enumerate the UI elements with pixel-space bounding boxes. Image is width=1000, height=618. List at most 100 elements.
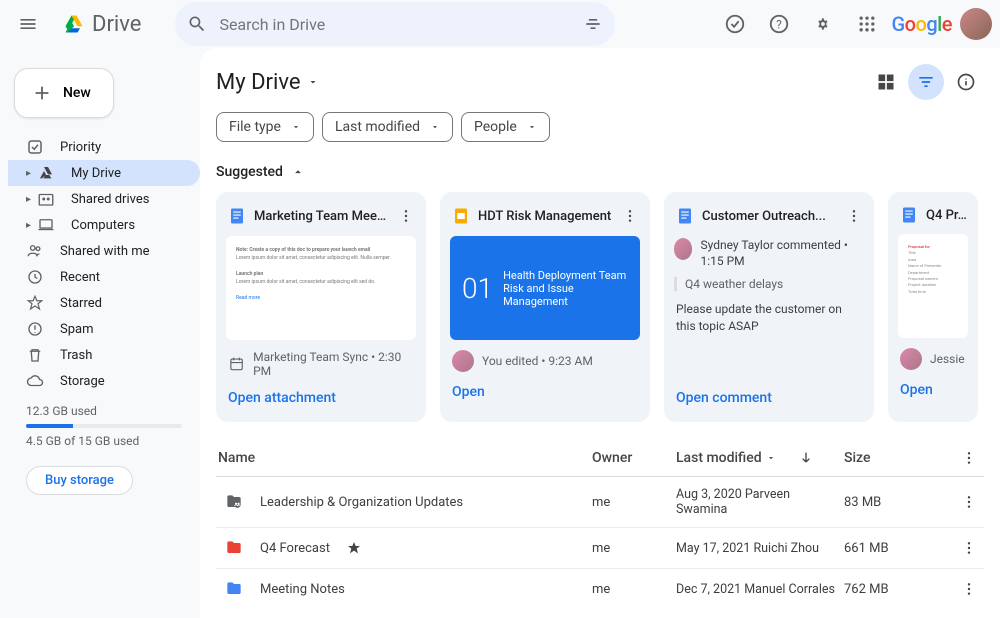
offline-status-button[interactable] xyxy=(715,4,755,44)
more-vert-icon xyxy=(398,208,414,224)
folder-title-text: My Drive xyxy=(216,70,301,95)
nav-computers[interactable]: ▸Computers xyxy=(8,212,200,238)
comment-author-text: Sydney Taylor commented • 1:15 PM xyxy=(700,238,864,269)
row-menu-button[interactable] xyxy=(954,494,984,510)
suggested-card[interactable]: Customer Outreach... Sydney Taylor comme… xyxy=(664,192,874,422)
table-body: Leadership & Organization Updates me Aug… xyxy=(216,477,984,602)
info-button[interactable] xyxy=(948,64,984,100)
filter-button[interactable] xyxy=(908,64,944,100)
nav-label: Recent xyxy=(60,270,100,285)
comment-body: Please update the customer on this topic… xyxy=(674,295,864,335)
docs-icon xyxy=(228,207,246,225)
card-meta: Jessie xyxy=(898,338,968,376)
nav-label: Starred xyxy=(60,296,102,311)
main-layout: New Priority ▸My Drive ▸Shared drives ▸C… xyxy=(0,48,1000,618)
app-header: Drive ? Google xyxy=(0,0,1000,48)
trash-icon xyxy=(26,346,44,364)
file-name: Q4 Forecast xyxy=(260,541,330,556)
card-meta: Marketing Team Sync • 2:30 PM xyxy=(226,340,416,384)
chip-lastmodified[interactable]: Last modified xyxy=(322,112,453,142)
buy-storage-button[interactable]: Buy storage xyxy=(26,466,133,495)
row-name-cell: Q4 Forecast xyxy=(216,538,592,558)
nav-label: Shared with me xyxy=(60,244,150,259)
nav-storage[interactable]: Storage xyxy=(8,368,200,394)
nav-sharedwithme[interactable]: Shared with me xyxy=(8,238,200,264)
suggested-card[interactable]: Marketing Team Meetin... Note: Create a … xyxy=(216,192,426,422)
nav-recent[interactable]: Recent xyxy=(8,264,200,290)
card-menu-button[interactable] xyxy=(396,206,416,226)
storage-section: 12.3 GB used 4.5 GB of 15 GB used xyxy=(8,394,200,458)
grid-view-button[interactable] xyxy=(868,64,904,100)
chip-filetype[interactable]: File type xyxy=(216,112,314,142)
settings-button[interactable] xyxy=(803,4,843,44)
card-menu-button[interactable] xyxy=(844,206,864,226)
nav-priority[interactable]: Priority xyxy=(8,134,200,160)
more-vert-icon xyxy=(961,494,977,510)
search-bar[interactable] xyxy=(175,2,615,46)
chevron-down-icon xyxy=(430,122,440,132)
search-options-icon[interactable] xyxy=(583,14,603,34)
storage-quota-text: 4.5 GB of 15 GB used xyxy=(26,434,182,448)
apps-button[interactable] xyxy=(847,4,887,44)
row-menu-button[interactable] xyxy=(954,540,984,556)
col-owner-header[interactable]: Owner xyxy=(592,450,676,466)
col-modified-header[interactable]: Last modified xyxy=(676,450,844,466)
col-size-header[interactable]: Size xyxy=(844,450,954,466)
card-title: Marketing Team Meetin... xyxy=(254,209,388,224)
sidebar: New Priority ▸My Drive ▸Shared drives ▸C… xyxy=(0,48,200,618)
search-input[interactable] xyxy=(219,15,571,34)
apps-grid-icon xyxy=(857,14,877,34)
account-avatar[interactable] xyxy=(960,8,992,40)
card-action-link[interactable]: Open attachment xyxy=(226,384,416,412)
table-row[interactable]: Meeting Notes me Dec 7, 2021 Manuel Corr… xyxy=(216,569,984,602)
suggested-card[interactable]: HDT Risk Management 01 Health Deployment… xyxy=(440,192,650,422)
card-preview: Note: Create a copy of this doc to prepa… xyxy=(226,236,416,340)
nav-shareddrives[interactable]: ▸Shared drives xyxy=(8,186,200,212)
card-title: HDT Risk Management xyxy=(478,209,612,224)
laptop-icon xyxy=(37,216,55,234)
drive-logo[interactable]: Drive xyxy=(56,12,147,37)
card-action-link[interactable]: Open xyxy=(450,378,640,406)
card-menu-button[interactable] xyxy=(620,206,640,226)
chevron-right-icon: ▸ xyxy=(26,194,31,205)
row-menu-button[interactable] xyxy=(954,581,984,597)
card-action-link[interactable]: Open comment xyxy=(674,384,864,412)
title-row: My Drive xyxy=(216,64,992,108)
folder-title[interactable]: My Drive xyxy=(216,70,319,95)
chip-people[interactable]: People xyxy=(461,112,550,142)
col-name-header[interactable]: Name xyxy=(216,450,592,466)
nav-trash[interactable]: Trash xyxy=(8,342,200,368)
nav-mydrive[interactable]: ▸My Drive xyxy=(8,160,200,186)
nav-starred[interactable]: Starred xyxy=(8,290,200,316)
card-meta-text: You edited • 9:23 AM xyxy=(482,354,593,368)
mini-avatar xyxy=(674,238,692,260)
new-button[interactable]: New xyxy=(14,68,114,118)
support-button[interactable]: ? xyxy=(759,4,799,44)
suggested-cards: Marketing Team Meetin... Note: Create a … xyxy=(216,192,984,440)
card-action-link[interactable]: Open xyxy=(898,376,968,404)
filter-icon xyxy=(916,72,936,92)
storage-used-text: 12.3 GB used xyxy=(26,404,182,418)
card-meta-text: Marketing Team Sync • 2:30 PM xyxy=(253,350,414,378)
nav-spam[interactable]: Spam xyxy=(8,316,200,342)
table-header: Name Owner Last modified Size xyxy=(216,440,984,477)
more-vert-icon xyxy=(846,208,862,224)
table-row[interactable]: Q4 Forecast me May 17, 2021 Ruichi Zhou … xyxy=(216,528,984,569)
drive-small-icon xyxy=(38,165,54,181)
menu-button[interactable] xyxy=(8,4,48,44)
clock-icon xyxy=(26,268,44,286)
content-scroll[interactable]: File type Last modified People Suggested… xyxy=(216,108,992,602)
card-meta: You edited • 9:23 AM xyxy=(450,340,640,378)
file-name: Meeting Notes xyxy=(260,582,345,597)
chevron-up-icon xyxy=(291,165,305,179)
card-preview: Proposal forTitleAreaName of PresenterDe… xyxy=(898,234,968,338)
row-size-cell: 762 MB xyxy=(844,582,954,597)
chevron-right-icon: ▸ xyxy=(26,220,31,231)
row-owner-cell: me xyxy=(592,582,676,597)
suggested-card[interactable]: Q4 Pr... Proposal forTitleAreaName of Pr… xyxy=(888,192,978,422)
table-row[interactable]: Leadership & Organization Updates me Aug… xyxy=(216,477,984,528)
col-menu-header[interactable] xyxy=(954,450,984,466)
info-icon xyxy=(956,72,976,92)
suggested-header[interactable]: Suggested xyxy=(216,158,984,192)
chevron-down-icon xyxy=(291,122,301,132)
